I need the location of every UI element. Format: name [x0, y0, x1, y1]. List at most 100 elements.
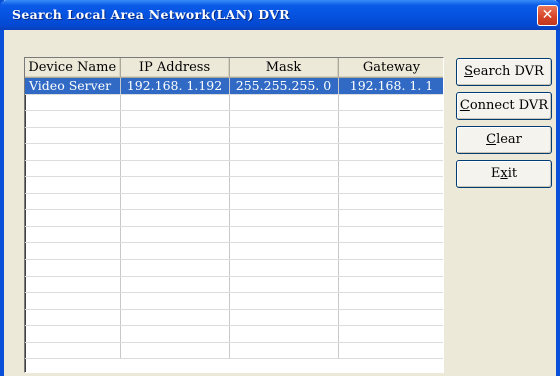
table-cell: Video Server — [25, 77, 121, 95]
table-row[interactable] — [25, 94, 443, 112]
device-list[interactable]: Device Name IP Address Mask Gateway Vide… — [24, 57, 444, 373]
table-cell: 192.168. 1.192 — [120, 77, 230, 95]
table-cell — [25, 242, 121, 261]
search-dvr-label: Search DVR — [464, 64, 544, 79]
table-cell — [229, 342, 339, 360]
table-cell — [25, 110, 121, 128]
table-cell — [229, 292, 339, 310]
table-cell — [338, 127, 443, 145]
table-cell — [120, 292, 230, 310]
table-cell — [25, 276, 121, 294]
column-header-gateway[interactable]: Gateway — [338, 58, 443, 78]
table-row[interactable] — [25, 127, 443, 145]
table-cell — [338, 242, 443, 261]
table-row[interactable] — [25, 193, 443, 211]
table-cell — [120, 259, 230, 277]
table-row[interactable] — [25, 242, 443, 261]
table-cell — [229, 276, 339, 294]
table-cell — [25, 209, 121, 227]
table-cell — [120, 242, 230, 261]
table-cell — [229, 143, 339, 161]
table-row[interactable] — [25, 143, 443, 161]
table-cell — [338, 259, 443, 277]
table-cell — [25, 160, 121, 178]
table-row[interactable] — [25, 226, 443, 244]
table-row[interactable] — [25, 342, 443, 360]
table-cell — [338, 110, 443, 128]
table-cell — [25, 193, 121, 211]
table-row[interactable] — [25, 209, 443, 227]
table-cell — [25, 325, 121, 343]
table-cell — [120, 143, 230, 161]
close-icon: ✕ — [541, 7, 554, 23]
table-row[interactable] — [25, 276, 443, 294]
column-header-device-name[interactable]: Device Name — [25, 58, 121, 78]
table-cell — [229, 127, 339, 145]
table-cell — [120, 94, 230, 112]
exit-label: Exit — [490, 166, 518, 181]
table-cell — [25, 226, 121, 244]
clear-button[interactable]: Clear — [456, 126, 552, 154]
table-cell — [338, 209, 443, 227]
table-row[interactable] — [25, 110, 443, 128]
clear-label: Clear — [486, 132, 522, 147]
table-cell — [338, 325, 443, 343]
table-cell — [25, 143, 121, 161]
close-button[interactable]: ✕ — [537, 5, 558, 26]
column-header-mask[interactable]: Mask — [229, 58, 339, 78]
title-bar[interactable]: Search Local Area Network(LAN) DVR ✕ — [0, 0, 560, 30]
table-cell — [25, 127, 121, 145]
connect-dvr-label: Connect DVR — [459, 98, 549, 113]
connect-dvr-button[interactable]: Connect DVR — [456, 92, 552, 120]
table-cell — [25, 176, 121, 194]
table-cell — [25, 94, 121, 112]
table-cell — [229, 226, 339, 244]
device-table: Device Name IP Address Mask Gateway Vide… — [25, 58, 443, 360]
table-cell — [120, 342, 230, 360]
table-cell — [120, 226, 230, 244]
window-title: Search Local Area Network(LAN) DVR — [12, 7, 290, 22]
exit-button[interactable]: Exit — [456, 160, 552, 188]
table-cell — [229, 94, 339, 112]
table-row[interactable] — [25, 160, 443, 178]
table-cell: 255.255.255. 0 — [229, 77, 339, 95]
table-cell — [338, 176, 443, 194]
table-row[interactable] — [25, 309, 443, 327]
table-cell — [120, 309, 230, 327]
column-header-ip-address[interactable]: IP Address — [120, 58, 230, 78]
table-cell — [338, 226, 443, 244]
table-cell — [229, 325, 339, 343]
table-cell — [229, 259, 339, 277]
table-row[interactable] — [25, 176, 443, 194]
table-cell — [229, 193, 339, 211]
table-cell — [338, 193, 443, 211]
table-cell — [229, 110, 339, 128]
table-cell — [120, 176, 230, 194]
table-row[interactable] — [25, 325, 443, 343]
table-cell — [25, 259, 121, 277]
table-cell — [229, 160, 339, 178]
table-header-row: Device Name IP Address Mask Gateway — [25, 58, 443, 78]
table-cell — [338, 276, 443, 294]
table-cell — [25, 309, 121, 327]
table-cell — [229, 242, 339, 261]
search-dvr-button[interactable]: Search DVR — [456, 58, 552, 86]
table-cell — [25, 292, 121, 310]
table-cell — [338, 94, 443, 112]
table-row[interactable] — [25, 292, 443, 310]
table-cell — [120, 110, 230, 128]
table-cell — [338, 160, 443, 178]
table-cell — [229, 209, 339, 227]
table-cell — [120, 325, 230, 343]
table-cell — [120, 127, 230, 145]
table-cell — [120, 276, 230, 294]
table-cell — [120, 193, 230, 211]
table-cell — [229, 309, 339, 327]
table-row[interactable] — [25, 259, 443, 277]
table-row[interactable]: Video Server 192.168. 1.192 255.255.255. 0… — [25, 77, 443, 95]
table-cell — [338, 143, 443, 161]
table-cell — [338, 342, 443, 360]
table-cell: 192.168. 1. 1 — [338, 77, 443, 95]
table-cell — [229, 176, 339, 194]
table-cell — [338, 292, 443, 310]
